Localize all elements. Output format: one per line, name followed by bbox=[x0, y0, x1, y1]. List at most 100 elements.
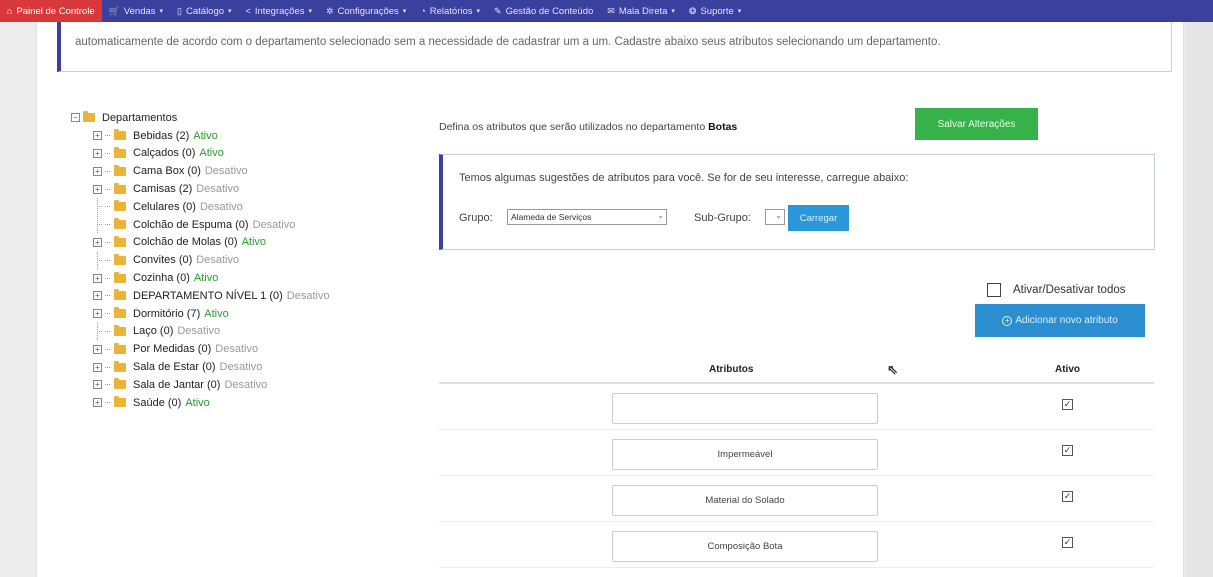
chevron-down-icon: ▾ bbox=[402, 8, 407, 15]
chevron-down-icon: ▾ bbox=[476, 8, 481, 15]
nav-item-1[interactable]: 🛒 Vendas ▾ bbox=[102, 0, 170, 22]
load-button[interactable]: Carregar bbox=[788, 205, 849, 231]
expand-icon[interactable]: + bbox=[93, 291, 102, 301]
reports-icon: ◔ bbox=[420, 6, 426, 16]
mail-icon: ✉ bbox=[607, 5, 615, 16]
status-label: Desativo bbox=[196, 183, 240, 196]
tree-item-name: Cozinha (0) bbox=[133, 272, 190, 285]
tree-connector bbox=[105, 259, 111, 261]
folder-icon bbox=[114, 360, 126, 372]
nav-item-2[interactable]: ▯ Catálogo ▾ bbox=[170, 0, 239, 22]
folder-icon bbox=[83, 111, 95, 123]
subgroup-select[interactable]: ⌄ bbox=[765, 209, 785, 225]
define-text: Defina os atributos que serão utilizados… bbox=[439, 121, 737, 133]
suggestions-text: Temos algumas sugestões de atributos par… bbox=[459, 172, 909, 184]
nav-item-0[interactable]: ⌂ Painel de Controle bbox=[0, 0, 102, 22]
table-header: Atributos Ativo ⇖ bbox=[439, 344, 1154, 384]
tree-item[interactable]: + Cozinha (0) Ativo bbox=[93, 269, 330, 287]
tree-connector bbox=[93, 322, 103, 340]
tree-item[interactable]: + Cama Box (0) Desativo bbox=[93, 162, 330, 180]
tree-connector bbox=[105, 277, 111, 279]
status-label: Desativo bbox=[196, 254, 240, 267]
main-panel: automaticamente de acordo com o departam… bbox=[36, 22, 1184, 577]
tree-connector bbox=[93, 198, 103, 216]
nav-item-6[interactable]: ✎ Gestão de Conteúdo bbox=[487, 0, 600, 22]
nav-item-label: Vendas bbox=[123, 5, 156, 17]
status-label: Ativo bbox=[199, 147, 224, 160]
status-label: Desativo bbox=[215, 343, 259, 356]
active-checkbox[interactable]: ✓ bbox=[1062, 399, 1073, 410]
tree-item[interactable]: + Colchão de Molas (0) Ativo bbox=[93, 234, 330, 252]
group-label: Grupo: bbox=[459, 212, 493, 224]
active-checkbox[interactable]: ✓ bbox=[1062, 537, 1073, 548]
expand-icon[interactable]: + bbox=[93, 362, 102, 372]
home-icon: ⌂ bbox=[7, 6, 13, 16]
active-checkbox[interactable]: ✓ bbox=[1062, 445, 1073, 456]
tree-item[interactable]: + Dormitório (7) Ativo bbox=[93, 305, 330, 323]
folder-icon bbox=[114, 271, 126, 283]
expand-icon[interactable]: + bbox=[93, 184, 102, 194]
tree-item[interactable]: + Saúde (0) Ativo bbox=[93, 394, 330, 412]
nav-item-4[interactable]: ✲ Configurações ▾ bbox=[319, 0, 413, 22]
save-changes-button[interactable]: Salvar Alterações bbox=[915, 108, 1038, 140]
nav-item-3[interactable]: < Integrações ▾ bbox=[239, 0, 319, 22]
tree-item[interactable]: Celulares (0) Desativo bbox=[93, 198, 330, 216]
tree-connector bbox=[105, 295, 111, 297]
tree-item-name: Colchão de Molas (0) bbox=[133, 236, 238, 249]
tree-item[interactable]: + Por Medidas (0) Desativo bbox=[93, 340, 330, 358]
tree-item[interactable]: + DEPARTAMENTO NÍVEL 1 (0) Desativo bbox=[93, 287, 330, 305]
group-select[interactable]: Alameda de Serviços ⌄ bbox=[507, 209, 667, 225]
nav-item-label: Mala Direta bbox=[618, 5, 668, 17]
collapse-icon[interactable]: − bbox=[71, 113, 80, 123]
chevron-down-icon: ▾ bbox=[308, 8, 312, 15]
tree-item[interactable]: Convites (0) Desativo bbox=[93, 251, 330, 269]
status-label: Ativo bbox=[185, 396, 210, 409]
table-row: Composição Bota ✓ bbox=[439, 522, 1154, 568]
tree-connector bbox=[105, 224, 111, 226]
tree-item-name: Cama Box (0) bbox=[133, 165, 201, 178]
tree-item[interactable]: + Calçados (0) Ativo bbox=[93, 145, 330, 163]
attribute-input[interactable]: Material do Solado bbox=[612, 485, 878, 516]
tree-item[interactable]: + Sala de Estar (0) Desativo bbox=[93, 358, 330, 376]
expand-icon[interactable]: + bbox=[93, 148, 102, 158]
expand-icon[interactable]: + bbox=[93, 166, 102, 176]
expand-icon[interactable]: + bbox=[93, 273, 102, 283]
expand-icon[interactable]: + bbox=[93, 380, 102, 390]
attribute-input[interactable]: Impermeável bbox=[612, 439, 878, 470]
expand-icon[interactable]: + bbox=[93, 131, 102, 141]
tree-item[interactable]: Colchão de Espuma (0) Desativo bbox=[93, 216, 330, 234]
tree-item-name: Dormitório (7) bbox=[133, 307, 201, 320]
active-checkbox[interactable]: ✓ bbox=[1062, 491, 1073, 502]
status-label: Desativo bbox=[177, 325, 221, 338]
tree-item[interactable]: + Sala de Jantar (0) Desativo bbox=[93, 376, 330, 394]
tree-connector bbox=[105, 135, 111, 137]
tree-item[interactable]: + Bebidas (2) Ativo bbox=[93, 127, 330, 145]
tree-item-name: Laço (0) bbox=[133, 325, 174, 338]
nav-item-7[interactable]: ✉ Mala Direta ▾ bbox=[600, 0, 682, 22]
expand-icon[interactable]: + bbox=[93, 344, 102, 354]
tree-item[interactable]: Laço (0) Desativo bbox=[93, 322, 330, 341]
status-label: Desativo bbox=[224, 378, 268, 391]
expand-icon[interactable]: + bbox=[93, 237, 102, 247]
attribute-input[interactable] bbox=[612, 393, 878, 424]
tree-item-name: Saúde (0) bbox=[133, 396, 182, 409]
department-name: Botas bbox=[708, 121, 738, 133]
tree-connector bbox=[105, 313, 111, 315]
attribute-input[interactable]: Composição Bota bbox=[612, 531, 878, 562]
tree-connector bbox=[105, 348, 111, 350]
subgroup-label: Sub-Grupo: bbox=[694, 212, 751, 224]
add-attribute-button[interactable]: + Adicionar novo atributo bbox=[975, 304, 1145, 337]
status-label: Ativo bbox=[204, 307, 229, 320]
tree-item-name: Camisas (2) bbox=[133, 183, 193, 196]
chevron-down-icon: ▾ bbox=[737, 8, 742, 15]
toggle-all-checkbox[interactable] bbox=[987, 283, 1001, 297]
nav-item-5[interactable]: ◔ Relatórios ▾ bbox=[413, 0, 487, 22]
expand-icon[interactable]: + bbox=[93, 398, 102, 408]
col-attributes: Atributos bbox=[709, 364, 754, 375]
nav-item-label: Integrações bbox=[254, 5, 305, 17]
expand-icon[interactable]: + bbox=[93, 309, 102, 319]
tree-root[interactable]: − Departamentos bbox=[71, 109, 330, 127]
tree-item[interactable]: + Camisas (2) Desativo bbox=[93, 180, 330, 198]
nav-item-8[interactable]: ❂ Suporte ▾ bbox=[682, 0, 748, 22]
status-label: Ativo bbox=[193, 272, 219, 285]
